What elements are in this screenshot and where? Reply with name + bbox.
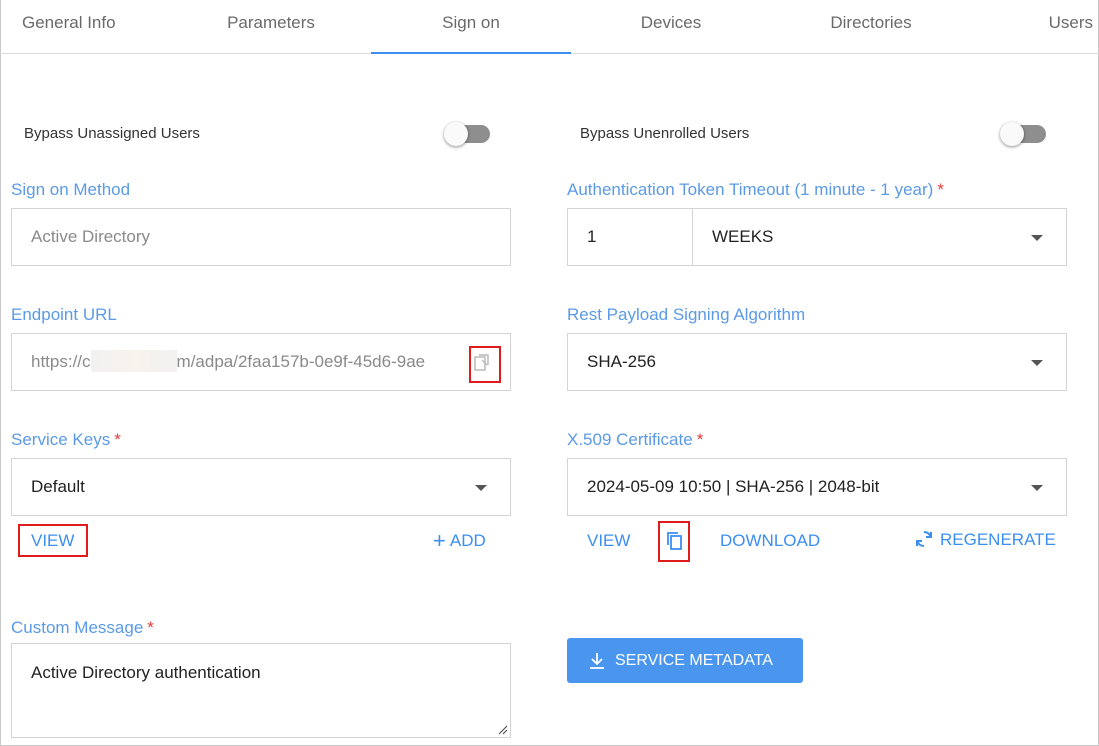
service-metadata-label: SERVICE METADATA — [615, 652, 773, 669]
rest-payload-label: Rest Payload Signing Algorithm — [567, 305, 806, 324]
endpoint-url-label: Endpoint URL — [11, 305, 117, 324]
toggle-knob — [444, 122, 468, 146]
bypass-unassigned-toggle[interactable] — [444, 122, 490, 146]
endpoint-url-field: https://c m/adpa/2faa157b-0e9f-45d6-9ae — [11, 333, 511, 391]
custom-message-value: Active Directory authentication — [31, 663, 261, 682]
plus-icon: + — [433, 528, 446, 553]
sign-on-method-value: Active Directory — [31, 227, 151, 246]
endpoint-url-start: https://c — [31, 352, 91, 371]
toggle-knob — [1000, 122, 1024, 146]
resize-handle-icon[interactable] — [498, 725, 508, 735]
tab-users[interactable]: Users — [899, 0, 1099, 54]
required-marker: * — [937, 180, 944, 199]
token-timeout-label: Authentication Token Timeout (1 minute -… — [567, 180, 944, 200]
certificate-regenerate-button[interactable]: REGENERATE — [914, 529, 1056, 550]
tab-bar: General Info Parameters Sign on Devices … — [0, 0, 1099, 54]
service-keys-select[interactable]: Default — [11, 458, 511, 516]
caret-down-icon — [1031, 235, 1043, 241]
caret-down-icon — [1031, 360, 1043, 366]
tab-general-info[interactable]: General Info — [0, 0, 200, 54]
copy-glyph — [667, 532, 682, 550]
custom-message-label-text: Custom Message — [11, 618, 144, 637]
sign-on-method-field: Active Directory — [11, 208, 511, 266]
add-label: ADD — [449, 531, 486, 550]
token-timeout-amount-input[interactable]: 1 — [567, 208, 693, 266]
tab-sign-on[interactable]: Sign on — [371, 0, 571, 54]
certificate-value: 2024-05-09 10:50 | SHA-256 | 2048-bit — [587, 477, 880, 496]
bypass-unenrolled-toggle[interactable] — [1000, 122, 1046, 146]
required-marker: * — [147, 618, 154, 637]
bypass-unassigned-label: Bypass Unassigned Users — [24, 125, 200, 142]
rest-payload-select[interactable]: SHA-256 — [567, 333, 1067, 391]
required-marker: * — [114, 430, 121, 449]
service-keys-label-text: Service Keys — [11, 430, 111, 449]
highlight-box — [469, 346, 501, 383]
service-keys-value: Default — [31, 477, 85, 496]
certificate-select[interactable]: 2024-05-09 10:50 | SHA-256 | 2048-bit — [567, 458, 1067, 516]
token-timeout-amount-value: 1 — [587, 227, 597, 246]
redacted-block — [90, 350, 177, 372]
custom-message-textarea[interactable]: Active Directory authentication — [11, 643, 511, 738]
certificate-view-link[interactable]: VIEW — [587, 531, 630, 551]
sign-on-method-label: Sign on Method — [11, 180, 131, 199]
refresh-icon — [916, 531, 932, 547]
certificate-label-text: X.509 Certificate — [567, 430, 693, 449]
token-timeout-unit-select[interactable]: WEEKS — [692, 208, 1067, 266]
caret-down-icon — [475, 485, 487, 491]
service-keys-view-link[interactable]: VIEW — [31, 531, 74, 551]
required-marker: * — [696, 430, 704, 449]
service-keys-label: Service Keys * — [11, 430, 121, 450]
service-metadata-button[interactable]: SERVICE METADATA — [567, 638, 803, 683]
token-timeout-label-text: Authentication Token Timeout (1 minute -… — [567, 180, 934, 199]
tab-devices[interactable]: Devices — [571, 0, 771, 54]
tab-parameters[interactable]: Parameters — [171, 0, 371, 54]
bypass-unenrolled-label: Bypass Unenrolled Users — [580, 125, 750, 142]
copy-certificate-icon[interactable] — [666, 531, 683, 551]
service-keys-add-button[interactable]: + ADD — [433, 528, 486, 553]
endpoint-url-value: https://c m/adpa/2faa157b-0e9f-45d6-9ae — [31, 334, 456, 390]
rest-payload-value: SHA-256 — [587, 352, 656, 371]
caret-down-icon — [1031, 485, 1043, 491]
endpoint-url-end: m/adpa/2faa157b-0e9f-45d6-9ae — [176, 352, 426, 371]
certificate-download-link[interactable]: DOWNLOAD — [720, 531, 820, 551]
regenerate-label: REGENERATE — [940, 530, 1056, 549]
custom-message-label: Custom Message * — [11, 618, 154, 638]
download-icon — [590, 653, 604, 669]
certificate-label: X.509 Certificate * — [567, 430, 703, 450]
token-timeout-unit-value: WEEKS — [712, 227, 774, 246]
